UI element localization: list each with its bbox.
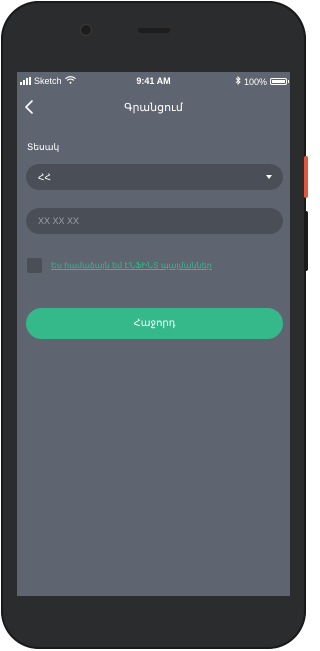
volume-button [304,211,308,271]
status-right: 100% [235,75,289,87]
front-camera [81,25,91,35]
terms-link[interactable]: Ես համաձայն եմ ԷՆՖԻՆՏ պայմաններ [51,261,212,270]
earpiece-speaker [138,28,170,33]
country-select-value: ՀՀ [38,172,51,182]
terms-checkbox[interactable] [27,258,42,273]
battery-icon [270,78,289,85]
phone-frame: Sketch 9:41 AM 100% Գրանցում Տեսակ ՀՀ XX… [1,1,308,649]
phone-number-input[interactable] [26,208,283,234]
app-screen: Sketch 9:41 AM 100% Գրանցում Տեսակ ՀՀ XX… [17,72,290,596]
country-label: Տեսակ [27,142,60,152]
bluetooth-icon [235,75,241,87]
battery-percent: 100% [243,76,267,87]
continue-button[interactable]: Հաջորդ [26,308,283,339]
page-title: Գրանցում [124,102,183,114]
status-bar: Sketch 9:41 AM 100% [17,72,290,90]
country-select[interactable]: ՀՀ [26,164,283,190]
caret-down-icon [266,175,272,179]
power-button [304,156,308,198]
nav-bar: Գրանցում [17,96,290,118]
